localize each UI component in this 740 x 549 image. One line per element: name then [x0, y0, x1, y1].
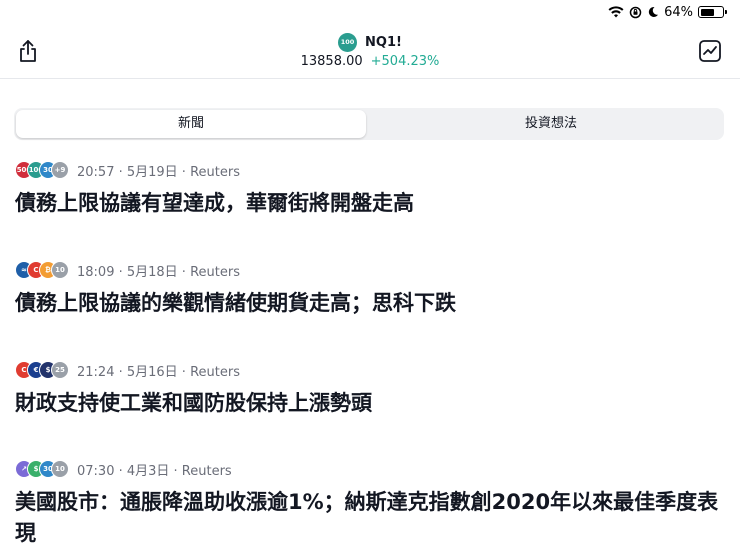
chart-icon [699, 40, 721, 62]
news-meta: 21:24 · 5月16日 · Reuters [77, 364, 240, 380]
tab-switcher: 新聞 投資想法 [14, 108, 724, 140]
moon-icon [647, 6, 659, 18]
related-symbols: 500 100 30 +9 [15, 161, 69, 179]
news-meta: 20:57 · 5月19日 · Reuters [77, 164, 240, 180]
status-bar: 64% [608, 3, 727, 21]
related-symbols: ↗ $ 30 10 [15, 460, 69, 478]
more-symbols-icon: 10 [51, 460, 69, 478]
symbol-logo: 100 [338, 32, 358, 52]
news-item[interactable]: 500 100 30 +9 20:57 · 5月19日 · Reuters 債務… [15, 161, 725, 219]
news-headline: 債務上限協議的樂觀情緒使期貨走高；思科下跌 [15, 291, 456, 315]
news-meta: 18:09 · 5月18日 · Reuters [77, 264, 240, 280]
news-item[interactable]: ↗ $ 30 10 07:30 · 4月3日 · Reuters 美國股市：通脹… [15, 460, 725, 549]
wifi-icon [608, 6, 624, 18]
news-item[interactable]: C € $ 25 21:24 · 5月16日 · Reuters 財政支持使工業… [15, 361, 725, 419]
more-symbols-icon: 10 [51, 261, 69, 279]
tab-ideas[interactable]: 投資想法 [380, 110, 722, 138]
news-headline: 財政支持使工業和國防股保持上漲勢頭 [15, 391, 372, 415]
battery-icon [698, 6, 727, 18]
symbol-header: 100 NQ1! 13858.00 +504.23% [0, 26, 740, 79]
news-item[interactable]: ≈ C ₿ 10 18:09 · 5月18日 · Reuters 債務上限協議的… [15, 261, 725, 319]
orientation-lock-icon [629, 6, 642, 19]
news-headline: 債務上限協議有望達成，華爾街將開盤走高 [15, 191, 414, 215]
symbol-info[interactable]: 100 NQ1! 13858.00 +504.23% [0, 32, 740, 69]
chart-button[interactable] [698, 39, 722, 63]
related-symbols: C € $ 25 [15, 361, 69, 379]
news-meta: 07:30 · 4月3日 · Reuters [77, 463, 232, 479]
news-headline: 美國股市：通脹降溫助收漲逾1%；納斯達克指數創2020年以來最佳季度表現 [15, 490, 719, 545]
price-change: +504.23% [370, 54, 440, 69]
last-price: 13858.00 [300, 54, 363, 69]
symbol-name: NQ1! [365, 34, 402, 50]
more-symbols-icon: +9 [51, 161, 69, 179]
related-symbols: ≈ C ₿ 10 [15, 261, 69, 279]
tab-news[interactable]: 新聞 [16, 110, 366, 138]
battery-percent: 64% [664, 4, 693, 20]
more-symbols-icon: 25 [51, 361, 69, 379]
